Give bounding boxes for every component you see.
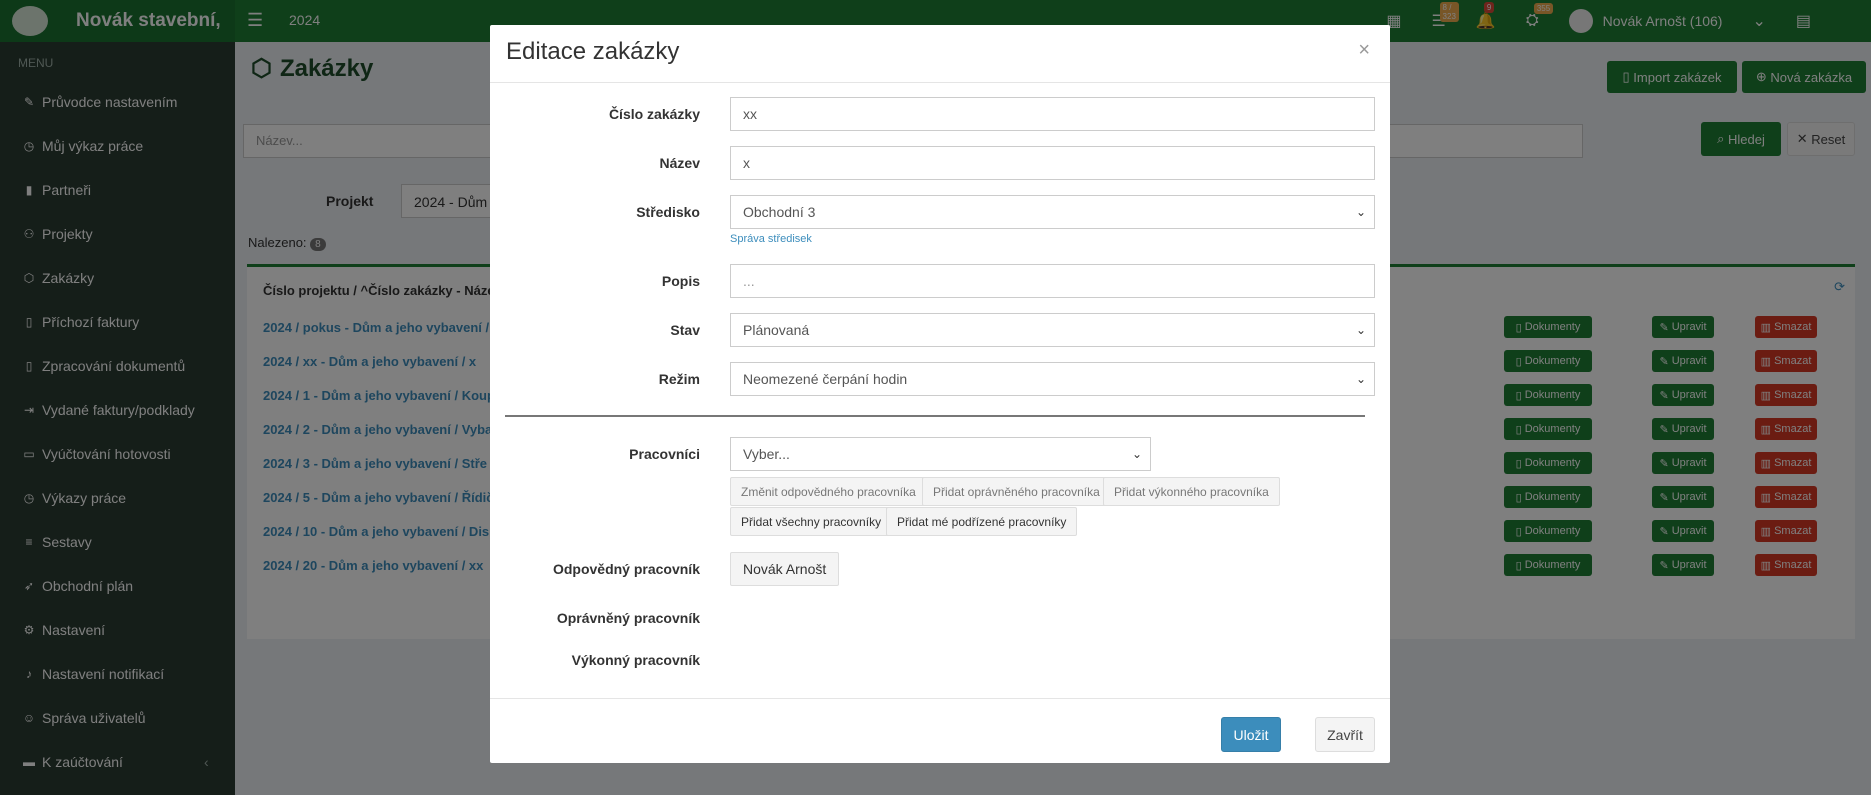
- row-vykonny: Výkonný pracovník: [490, 643, 1390, 677]
- popis-label: Popis: [661, 273, 700, 289]
- responsible-worker-chip[interactable]: Novák Arnošt: [730, 552, 840, 586]
- stredisko-label: Středisko: [636, 204, 700, 220]
- close-icon[interactable]: ×: [1358, 39, 1370, 62]
- save-button[interactable]: Uložit: [1221, 717, 1281, 752]
- popis-placeholder: ...: [743, 273, 755, 289]
- cislo-label: Číslo zakázky: [608, 106, 700, 122]
- add-all-workers-button[interactable]: Přidat všechny pracovníky: [730, 507, 893, 536]
- nazev-input[interactable]: x: [730, 146, 1375, 180]
- rezim-select[interactable]: Neomezené čerpání hodin ⌄: [730, 362, 1375, 396]
- stav-value: Plánovaná: [743, 322, 810, 338]
- vykonny-label: Výkonný pracovník: [571, 652, 700, 668]
- add-executive-button[interactable]: Přidat výkonného pracovníka: [1103, 477, 1280, 506]
- modal-title: Editace zakázky: [506, 38, 680, 65]
- pracovnici-select[interactable]: Vyber... ⌄: [730, 437, 1151, 471]
- stav-label: Stav: [670, 322, 700, 338]
- cislo-input[interactable]: xx: [730, 97, 1375, 131]
- row-opravneny: Oprávněný pracovník: [490, 601, 1390, 635]
- chevron-down-icon: ⌄: [1355, 372, 1366, 386]
- chevron-down-icon: ⌄: [1355, 205, 1366, 219]
- edit-order-modal: Editace zakázky × Číslo zakázky xx Název…: [490, 25, 1390, 763]
- divider: [505, 415, 1365, 417]
- chevron-down-icon: ⌄: [1131, 447, 1142, 461]
- popis-input[interactable]: ...: [730, 264, 1375, 298]
- odpovedny-label: Odpovědný pracovník: [552, 561, 700, 577]
- modal-header: Editace zakázky ×: [490, 25, 1390, 83]
- pracovnici-value: Vyber...: [743, 446, 790, 462]
- add-subordinates-button[interactable]: Přidat mé podřízené pracovníky: [886, 507, 1078, 536]
- close-button[interactable]: Zavřít: [1315, 717, 1375, 752]
- change-responsible-button[interactable]: Změnit odpovědného pracovníka: [730, 477, 927, 506]
- stredisko-value: Obchodní 3: [743, 204, 816, 220]
- stav-select[interactable]: Plánovaná ⌄: [730, 313, 1375, 347]
- rezim-value: Neomezené čerpání hodin: [743, 371, 908, 387]
- nazev-label: Název: [659, 155, 700, 171]
- chevron-down-icon: ⌄: [1355, 323, 1366, 337]
- add-authorized-button[interactable]: Přidat oprávněného pracovníka: [922, 477, 1111, 506]
- opravneny-label: Oprávněný pracovník: [556, 610, 700, 626]
- cislo-value: xx: [743, 106, 757, 122]
- row-odpovedny: Odpovědný pracovník: [490, 552, 1390, 586]
- pracovnici-label: Pracovníci: [629, 446, 700, 462]
- nazev-value: x: [743, 155, 750, 171]
- sprava-stredisek-link[interactable]: Správa středisek: [730, 233, 812, 245]
- stredisko-select[interactable]: Obchodní 3 ⌄: [730, 195, 1375, 229]
- rezim-label: Režim: [658, 371, 700, 387]
- modal-footer: Uložit Zavřít: [490, 698, 1390, 763]
